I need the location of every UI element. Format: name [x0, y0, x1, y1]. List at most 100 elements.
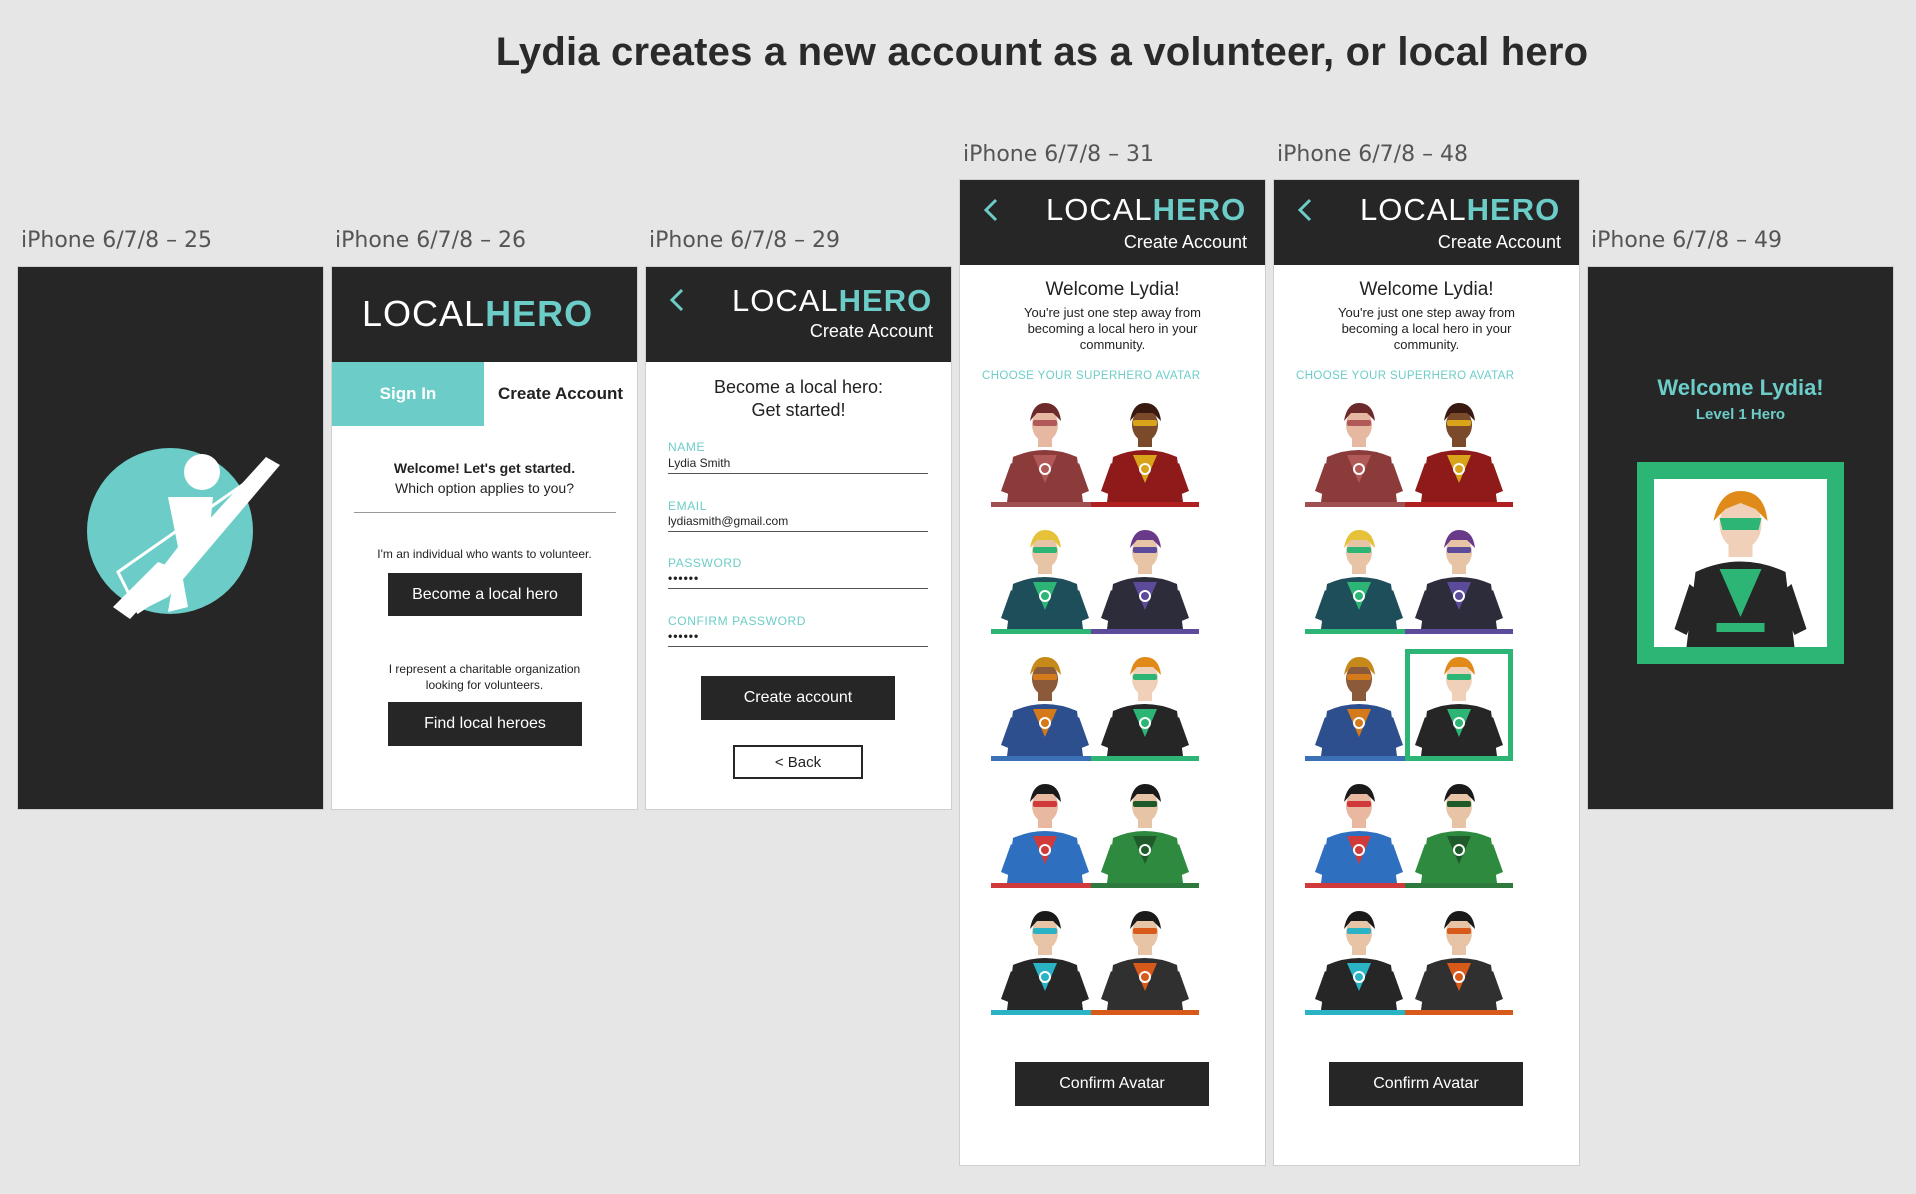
green-orange-hero-icon — [1415, 657, 1503, 756]
teal-green-hero-icon — [1315, 530, 1403, 629]
artboard-label-31: iPhone 6/7/8 – 31 — [963, 142, 1155, 167]
avatar-color-bar — [1405, 1010, 1513, 1015]
avatar-color-bar — [1405, 756, 1513, 761]
avatar-option-green-hero[interactable] — [1091, 776, 1199, 888]
choose-avatar-label: CHOOSE YOUR SUPERHERO AVATAR — [1296, 370, 1515, 382]
choose-avatar-label: CHOOSE YOUR SUPERHERO AVATAR — [982, 370, 1201, 382]
avatar-color-bar — [1405, 629, 1513, 634]
avatar-option-cyan-hero[interactable] — [1305, 903, 1413, 1015]
avatar-option-green-hero[interactable] — [1405, 776, 1513, 888]
welcome-line-2: Which option applies to you? — [395, 480, 574, 496]
password-label: PASSWORD — [668, 556, 742, 570]
avatar-color-bar — [991, 756, 1099, 761]
avatar-intro-line-1: You're just one step away from — [1338, 305, 1515, 320]
avatar-color-bar — [991, 883, 1099, 888]
email-label: EMAIL — [668, 499, 708, 513]
avatar-option-purple-hero[interactable] — [1405, 522, 1513, 634]
avatar-option-teal-green-hero[interactable] — [991, 522, 1099, 634]
cyan-hero-icon — [1001, 911, 1089, 1010]
choose-avatar-screen: LOCALHERO Create Account Welcome Lydia! … — [960, 180, 1265, 1165]
avatar-option-red-hero[interactable] — [1405, 395, 1513, 507]
signin-header: LOCALHERO — [332, 267, 637, 362]
maroon-hero-icon — [1001, 403, 1089, 502]
become-local-hero-button[interactable]: Become a local hero — [388, 573, 582, 616]
back-chevron-icon[interactable] — [1292, 195, 1318, 225]
confirm-password-field[interactable] — [668, 629, 928, 647]
artboard-label-26: iPhone 6/7/8 – 26 — [335, 228, 527, 253]
avatar-option-orange-dark-hero[interactable] — [1405, 903, 1513, 1015]
avatar-option-red-blue-hero[interactable] — [991, 776, 1099, 888]
avatar-color-bar — [1091, 502, 1199, 507]
avatar-color-bar — [1305, 502, 1413, 507]
avatar-color-bar — [1405, 883, 1513, 888]
tab-create-account[interactable]: Create Account — [484, 362, 637, 426]
tab-sign-in[interactable]: Sign In — [332, 362, 484, 426]
artboard-label-48: iPhone 6/7/8 – 48 — [1277, 142, 1469, 167]
blue-caped-hero-icon — [1001, 657, 1089, 756]
avatar-selected-screen: LOCALHERO Create Account Welcome Lydia! … — [1274, 180, 1579, 1165]
avatar-header: LOCALHERO Create Account — [1274, 180, 1579, 265]
avatar-intro-line-3: community. — [1079, 337, 1146, 352]
create-header: LOCALHERO Create Account — [646, 267, 951, 362]
back-chevron-icon[interactable] — [664, 285, 690, 315]
avatar-option-green-orange-hero[interactable] — [1091, 649, 1199, 761]
avatar-color-bar — [1405, 502, 1513, 507]
avatar-option-maroon-hero[interactable] — [1305, 395, 1413, 507]
create-account-screen: LOCALHERO Create Account Become a local … — [646, 267, 951, 809]
avatar-color-bar — [1305, 629, 1413, 634]
email-field[interactable] — [668, 514, 928, 532]
avatar-option-green-orange-hero[interactable] — [1405, 649, 1513, 761]
name-field[interactable] — [668, 456, 928, 474]
localhero-logo: LOCALHERO — [362, 293, 594, 334]
avatar-color-bar — [1305, 1010, 1413, 1015]
red-hero-icon — [1101, 403, 1189, 502]
page-title: Lydia creates a new account as a volunte… — [495, 30, 1589, 74]
password-field[interactable] — [668, 571, 928, 589]
name-label: NAME — [668, 440, 706, 454]
selected-avatar-frame — [1637, 462, 1844, 664]
orange-dark-hero-icon — [1415, 911, 1503, 1010]
confirm-avatar-button[interactable]: Confirm Avatar — [1329, 1062, 1523, 1106]
selected-avatar-icon — [1674, 491, 1807, 647]
avatar-intro-line-2: becoming a local hero in your — [1341, 321, 1512, 336]
org-text-line-2: looking for volunteers. — [425, 678, 544, 692]
avatar-intro-line-2: becoming a local hero in your — [1027, 321, 1198, 336]
avatar-option-blue-caped-hero[interactable] — [1305, 649, 1413, 761]
avatar-color-bar — [991, 629, 1099, 634]
avatar-option-maroon-hero[interactable] — [991, 395, 1099, 507]
avatar-option-red-blue-hero[interactable] — [1305, 776, 1413, 888]
avatar-color-bar — [1091, 1010, 1199, 1015]
header-subtitle: Create Account — [1123, 232, 1247, 252]
welcome-hero-screen: Welcome Lydia! Level 1 Hero — [1588, 267, 1893, 809]
purple-hero-icon — [1101, 530, 1189, 629]
avatar-option-blue-caped-hero[interactable] — [991, 649, 1099, 761]
back-chevron-icon[interactable] — [978, 195, 1004, 225]
avatar-color-bar — [991, 1010, 1099, 1015]
avatar-header: LOCALHERO Create Account — [960, 180, 1265, 265]
avatar-color-bar — [1091, 756, 1199, 761]
create-account-button[interactable]: Create account — [701, 676, 895, 720]
splash-screen — [18, 267, 323, 809]
final-welcome: Welcome Lydia! — [1657, 375, 1824, 400]
localhero-logo: LOCALHERO — [1046, 192, 1247, 227]
volunteer-text: I'm an individual who wants to volunteer… — [377, 547, 592, 561]
welcome-line-1: Welcome! Let's get started. — [393, 460, 576, 476]
avatar-intro-line-1: You're just one step away from — [1024, 305, 1201, 320]
avatar-option-red-hero[interactable] — [1091, 395, 1199, 507]
header-subtitle: Create Account — [809, 321, 933, 341]
green-orange-hero-icon — [1101, 657, 1189, 756]
avatar-option-purple-hero[interactable] — [1091, 522, 1199, 634]
avatar-color-bar — [1091, 883, 1199, 888]
avatar-option-orange-dark-hero[interactable] — [1091, 903, 1199, 1015]
red-blue-hero-icon — [1001, 784, 1089, 883]
avatar-option-teal-green-hero[interactable] — [1305, 522, 1413, 634]
back-button[interactable]: < Back — [733, 745, 863, 779]
artboard-label-29: iPhone 6/7/8 – 29 — [649, 228, 841, 253]
localhero-logo: LOCALHERO — [1360, 192, 1561, 227]
avatar-option-cyan-hero[interactable] — [991, 903, 1099, 1015]
avatar-color-bar — [1305, 883, 1413, 888]
find-local-heroes-button[interactable]: Find local heroes — [388, 702, 582, 746]
avatar-color-bar — [1091, 629, 1199, 634]
maroon-hero-icon — [1315, 403, 1403, 502]
confirm-avatar-button[interactable]: Confirm Avatar — [1015, 1062, 1209, 1106]
